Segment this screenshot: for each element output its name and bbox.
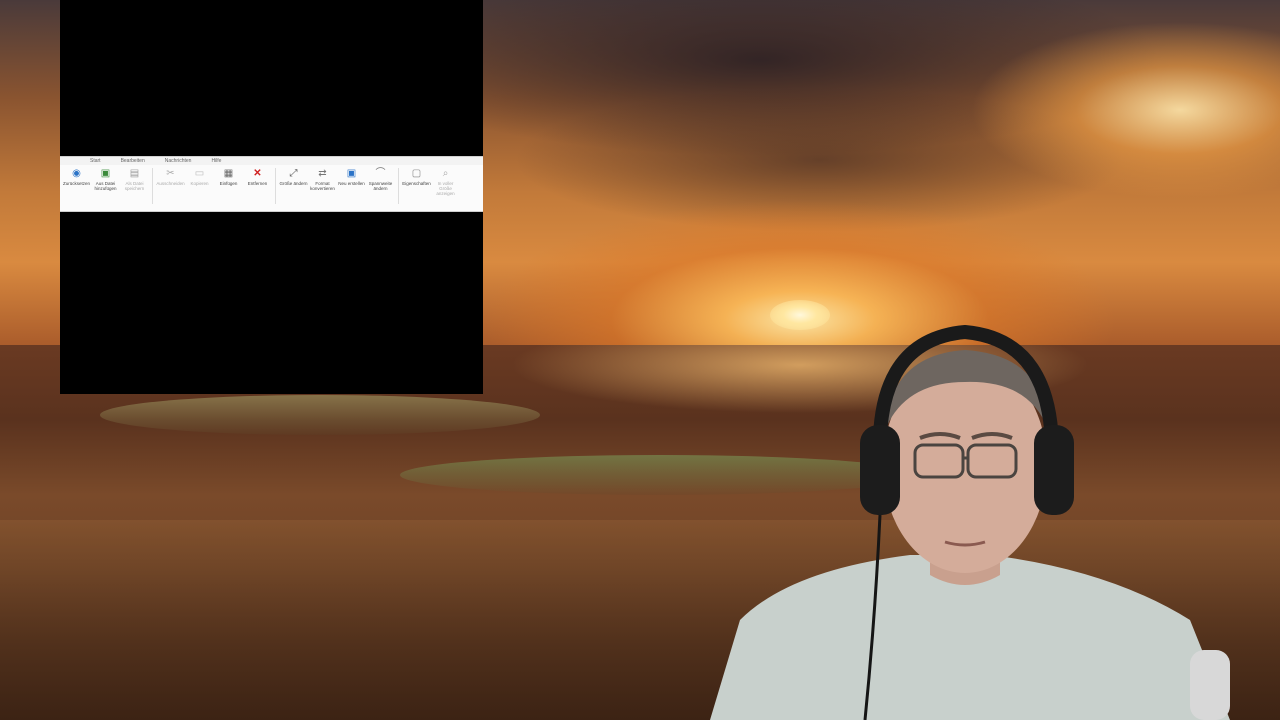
properties-label: Eigenschaften (402, 181, 431, 186)
ribbon-tab-edit[interactable]: Bearbeiten (111, 157, 155, 165)
delete-x-icon: ✕ (253, 168, 262, 179)
cut-label: Ausschneiden (156, 181, 185, 186)
span-icon: ⌒ (375, 168, 386, 179)
ribbon-command-group: ◉ Zurücksetzen ▣ Aus Datei hinzufügen ▤ … (60, 165, 483, 211)
save-as-file-button[interactable]: ▤ Als Datei speichern (120, 168, 149, 191)
resize-button[interactable]: ⤢ Größe ändern (279, 168, 308, 186)
create-new-button[interactable]: ▣ Neu erstellen (337, 168, 366, 186)
change-span-button[interactable]: ⌒ Spannweite ändern (366, 168, 395, 191)
ribbon-tab-help[interactable]: Hilfe (201, 157, 231, 165)
new-icon: ▣ (346, 168, 357, 179)
ribbon-tab-messages[interactable]: Nachrichten (155, 157, 202, 165)
ribbon-tab-bar: Start Bearbeiten Nachrichten Hilfe (60, 157, 483, 165)
full-size-view-button[interactable]: ⌕ In voller Größe anzeigen (431, 168, 460, 196)
cut-button[interactable]: ✂ Ausschneiden (156, 168, 185, 186)
copy-label: Kopieren (190, 181, 209, 186)
save-file-icon: ▤ (129, 168, 140, 179)
properties-button[interactable]: ▢ Eigenschaften (402, 168, 431, 186)
properties-icon: ▢ (411, 168, 422, 179)
add-from-file-label: Aus Datei hinzufügen (94, 181, 117, 191)
paste-button[interactable]: ▦ Einfügen (214, 168, 243, 186)
zoom-icon: ⌕ (442, 168, 449, 179)
create-new-label: Neu erstellen (338, 181, 365, 186)
copy-icon: ▭ (194, 168, 205, 179)
add-file-icon: ▣ (100, 168, 111, 179)
reset-button[interactable]: ◉ Zurücksetzen (62, 168, 91, 186)
change-span-label: Spannweite ändern (368, 181, 393, 191)
delete-button[interactable]: ✕ Entfernen (243, 168, 272, 186)
paste-label: Einfügen (219, 181, 238, 186)
video-frame: Start Bearbeiten Nachrichten Hilfe ◉ Zur… (0, 0, 1280, 720)
resize-label: Größe ändern (279, 181, 308, 186)
copy-button[interactable]: ▭ Kopieren (185, 168, 214, 186)
convert-icon: ⇄ (318, 168, 327, 179)
headphones-right-cup (1034, 425, 1074, 515)
full-size-view-label: In voller Größe anzeigen (436, 181, 455, 196)
headphones-left-cup (860, 425, 900, 515)
add-from-file-button[interactable]: ▣ Aus Datei hinzufügen (91, 168, 120, 191)
resize-icon: ⤢ (289, 168, 298, 179)
app-ribbon-toolbar: Start Bearbeiten Nachrichten Hilfe ◉ Zur… (60, 156, 483, 212)
microphone-image (1190, 650, 1230, 720)
paste-icon: ▦ (223, 168, 234, 179)
ribbon-separator (275, 168, 276, 204)
reset-button-label: Zurücksetzen (62, 181, 90, 186)
wave-image (100, 395, 540, 435)
ribbon-separator (152, 168, 153, 204)
convert-format-label: Format konvertieren (310, 181, 335, 191)
delete-label: Entfernen (247, 181, 268, 186)
cut-icon: ✂ (166, 168, 175, 179)
save-as-file-label: Als Datei speichern (124, 181, 145, 191)
ribbon-separator (398, 168, 399, 204)
globe-icon: ◉ (72, 168, 81, 179)
ribbon-tab-start[interactable]: Start (80, 157, 111, 165)
convert-format-button[interactable]: ⇄ Format konvertieren (308, 168, 337, 191)
presenter-webcam-overlay (710, 324, 1230, 720)
